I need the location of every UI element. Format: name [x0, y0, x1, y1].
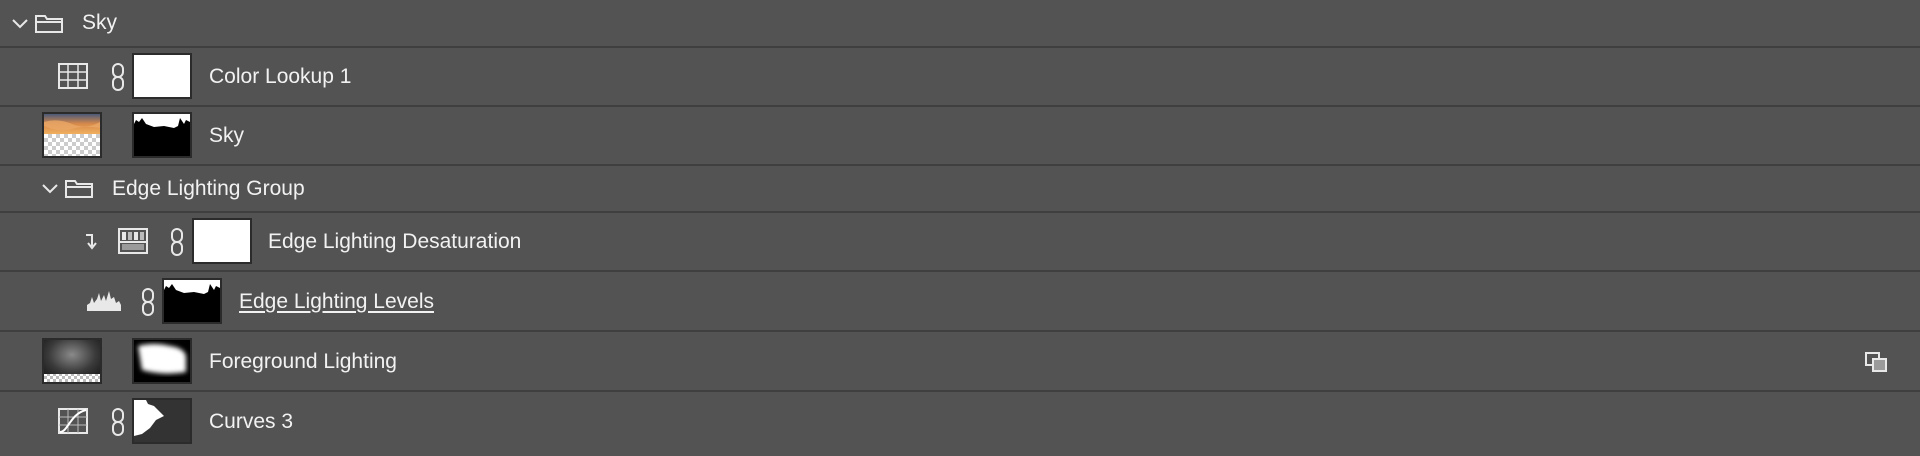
layer-name[interactable]: Edge Lighting Desaturation	[268, 230, 521, 254]
layer-row-edge-lighting-group[interactable]: Edge Lighting Group	[0, 166, 1920, 213]
link-icon[interactable]	[110, 62, 126, 92]
link-icon[interactable]	[110, 407, 126, 437]
levels-histogram-icon	[86, 289, 122, 313]
layer-mask-thumbnail[interactable]	[192, 218, 252, 264]
folder-icon	[64, 177, 94, 199]
layer-mask-thumbnail[interactable]	[132, 338, 192, 384]
chevron-down-icon[interactable]	[10, 14, 30, 34]
layer-row-edge-lighting-levels[interactable]: Edge Lighting Levels	[0, 272, 1920, 332]
layer-row-sky-group[interactable]: Sky	[0, 0, 1920, 48]
layer-thumbnail[interactable]	[42, 112, 102, 158]
layer-name[interactable]: Color Lookup 1	[209, 65, 351, 89]
smart-object-icon	[1864, 351, 1888, 373]
layer-name[interactable]: Edge Lighting Levels	[239, 290, 434, 314]
layer-mask-thumbnail[interactable]	[132, 53, 192, 99]
layers-panel: Sky Color Lookup 1 Sky Edge Lighting Gro…	[0, 0, 1920, 456]
layer-thumbnail[interactable]	[42, 338, 102, 384]
folder-icon	[34, 12, 64, 34]
layer-mask-thumbnail[interactable]	[132, 398, 192, 444]
curves-icon	[58, 408, 88, 434]
layer-mask-thumbnail[interactable]	[132, 112, 192, 158]
layer-row-sky[interactable]: Sky	[0, 107, 1920, 166]
color-lookup-grid-icon	[58, 63, 88, 89]
link-icon[interactable]	[140, 287, 156, 317]
layer-row-curves-3[interactable]: Curves 3	[0, 392, 1920, 452]
hue-saturation-icon	[118, 228, 148, 254]
chevron-down-icon[interactable]	[40, 179, 60, 199]
layer-name[interactable]: Sky	[82, 11, 117, 35]
layer-row-color-lookup[interactable]: Color Lookup 1	[0, 48, 1920, 107]
clipping-arrow-icon	[82, 233, 98, 251]
layer-mask-thumbnail[interactable]	[162, 278, 222, 324]
layer-name[interactable]: Sky	[209, 124, 244, 148]
layer-row-edge-lighting-desaturation[interactable]: Edge Lighting Desaturation	[0, 213, 1920, 272]
layer-row-foreground-lighting[interactable]: Foreground Lighting	[0, 332, 1920, 392]
link-icon[interactable]	[169, 227, 185, 257]
layer-name[interactable]: Curves 3	[209, 410, 293, 434]
layer-name[interactable]: Edge Lighting Group	[112, 177, 305, 201]
layer-name[interactable]: Foreground Lighting	[209, 350, 397, 374]
